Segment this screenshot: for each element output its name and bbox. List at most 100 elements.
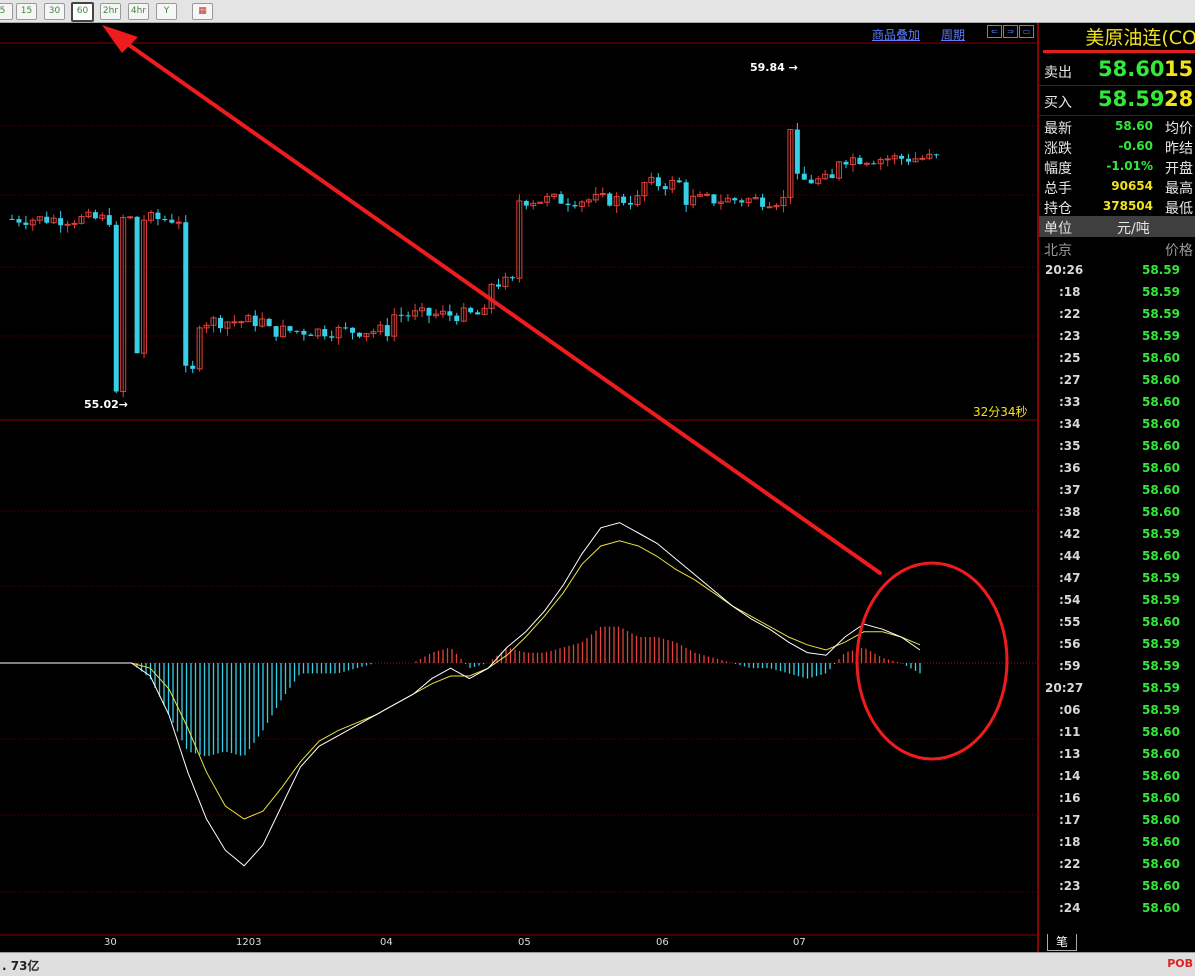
tick-time: :38	[1059, 505, 1081, 519]
low-price-label: 55.02→	[84, 398, 129, 411]
stat-right-label: 均价	[1165, 121, 1193, 137]
period-5-button[interactable]: 5	[0, 3, 13, 20]
candle-body	[343, 327, 349, 329]
overlay-link[interactable]: 商品叠加	[872, 26, 920, 43]
candle-body	[662, 186, 668, 190]
tick-price: 58.59	[1142, 263, 1180, 277]
tick-price: 58.60	[1142, 351, 1180, 365]
candle-body	[266, 318, 272, 327]
x-axis-label: 06	[656, 937, 669, 948]
tab-tick[interactable]: 笔	[1047, 934, 1077, 951]
buy-row[interactable]: 买入 58.59 28	[1039, 85, 1195, 116]
candle-body	[113, 224, 119, 392]
candle-body	[294, 330, 300, 332]
tick-time: 20:27	[1045, 681, 1084, 695]
tick-price: 58.59	[1142, 637, 1180, 651]
quote-panel: 美原油连(CO 卖出 58.60 15 买入 58.59 28 最新 58.60…	[1037, 23, 1195, 952]
tick-time: :44	[1059, 549, 1081, 563]
stat-label: 幅度	[1044, 161, 1072, 177]
candle-body	[169, 219, 175, 223]
tick-time: :16	[1059, 791, 1081, 805]
sell-volume: 15	[1164, 57, 1194, 81]
candle-body	[218, 317, 223, 329]
candle-body	[857, 157, 863, 165]
period-4hr-button[interactable]: 4hr	[128, 3, 149, 20]
candle-body	[808, 179, 814, 184]
period-15-button[interactable]: 15	[16, 3, 37, 20]
macd-dea-line	[0, 540, 921, 820]
buy-label: 买入	[1044, 95, 1072, 111]
bar-countdown: 32分34秒	[973, 405, 1028, 419]
tick-time: :23	[1059, 329, 1081, 343]
candle-body	[155, 212, 161, 220]
candle-body	[572, 205, 578, 207]
candle-body	[64, 223, 71, 226]
candle-body	[801, 173, 807, 180]
candle-body	[829, 174, 835, 179]
stat-label: 总手	[1044, 181, 1072, 197]
period-year-button[interactable]: Y	[156, 3, 177, 20]
candle-body	[231, 321, 238, 324]
candle-body	[871, 163, 877, 165]
tick-price: 58.60	[1142, 615, 1180, 629]
tick-time: :47	[1059, 571, 1081, 585]
candle-body	[676, 180, 682, 183]
period-link[interactable]: 周期	[941, 26, 965, 43]
tick-price: 58.60	[1142, 395, 1180, 409]
tick-time: :35	[1059, 439, 1081, 453]
x-axis-label: 07	[793, 937, 806, 948]
tick-price: 58.60	[1142, 373, 1180, 387]
candle-body	[468, 307, 474, 313]
tick-time: :55	[1059, 615, 1081, 629]
nav-right-icon[interactable]: ⇒	[1003, 25, 1018, 38]
tick-time: :34	[1059, 417, 1081, 431]
tick-time: :36	[1059, 461, 1081, 475]
macd-dif-line	[0, 522, 921, 867]
tick-price: 58.60	[1142, 461, 1180, 475]
tick-price: 58.60	[1142, 725, 1180, 739]
tick-price: 58.60	[1142, 813, 1180, 827]
candle-body	[919, 157, 926, 160]
candle-body	[405, 315, 411, 317]
sell-row[interactable]: 卖出 58.60 15	[1039, 55, 1195, 86]
candle-body	[23, 222, 29, 225]
period-30-button[interactable]: 30	[44, 3, 65, 20]
candle-body	[655, 177, 661, 187]
sell-label: 卖出	[1044, 65, 1072, 81]
candle-body	[628, 202, 634, 205]
x-axis-label: 1203	[236, 937, 262, 948]
stat-right-label: 昨结	[1165, 141, 1193, 157]
status-bar: . 73亿 POB	[0, 952, 1195, 976]
candle-body	[252, 315, 258, 327]
candle-body	[58, 218, 64, 226]
candle-body	[496, 284, 501, 287]
calendar-icon[interactable]: ▦	[192, 3, 213, 20]
candle-body	[454, 315, 460, 322]
tick-time: :59	[1059, 659, 1081, 673]
tick-time: :11	[1059, 725, 1081, 739]
candle-body	[683, 182, 689, 205]
tick-price: 58.60	[1142, 747, 1180, 761]
nav-left-icon[interactable]: ⇐	[987, 25, 1002, 38]
tick-price: 58.59	[1142, 527, 1180, 541]
kline-chart[interactable]	[0, 23, 1037, 950]
candle-body	[711, 194, 717, 204]
tick-time: :06	[1059, 703, 1081, 717]
period-60-button[interactable]: 60	[71, 2, 94, 22]
tick-time: :13	[1059, 747, 1081, 761]
arrow-right-icon: →	[788, 61, 798, 74]
tick-price: 58.59	[1142, 329, 1180, 343]
candle-body	[44, 216, 50, 223]
unit-value: 元/吨	[1117, 221, 1150, 237]
nav-expand-icon[interactable]: ▭	[1019, 25, 1034, 38]
unit-label: 单位	[1044, 221, 1072, 237]
candle-body	[357, 332, 362, 337]
candle-body	[71, 222, 78, 225]
annotation-arrow-line	[110, 31, 882, 575]
candle-body	[134, 216, 140, 354]
period-2hr-button[interactable]: 2hr	[100, 3, 121, 20]
candle-body	[9, 218, 15, 220]
tick-price: 58.59	[1142, 571, 1180, 585]
chart-area[interactable]	[0, 23, 1037, 950]
candle-body	[509, 277, 515, 279]
